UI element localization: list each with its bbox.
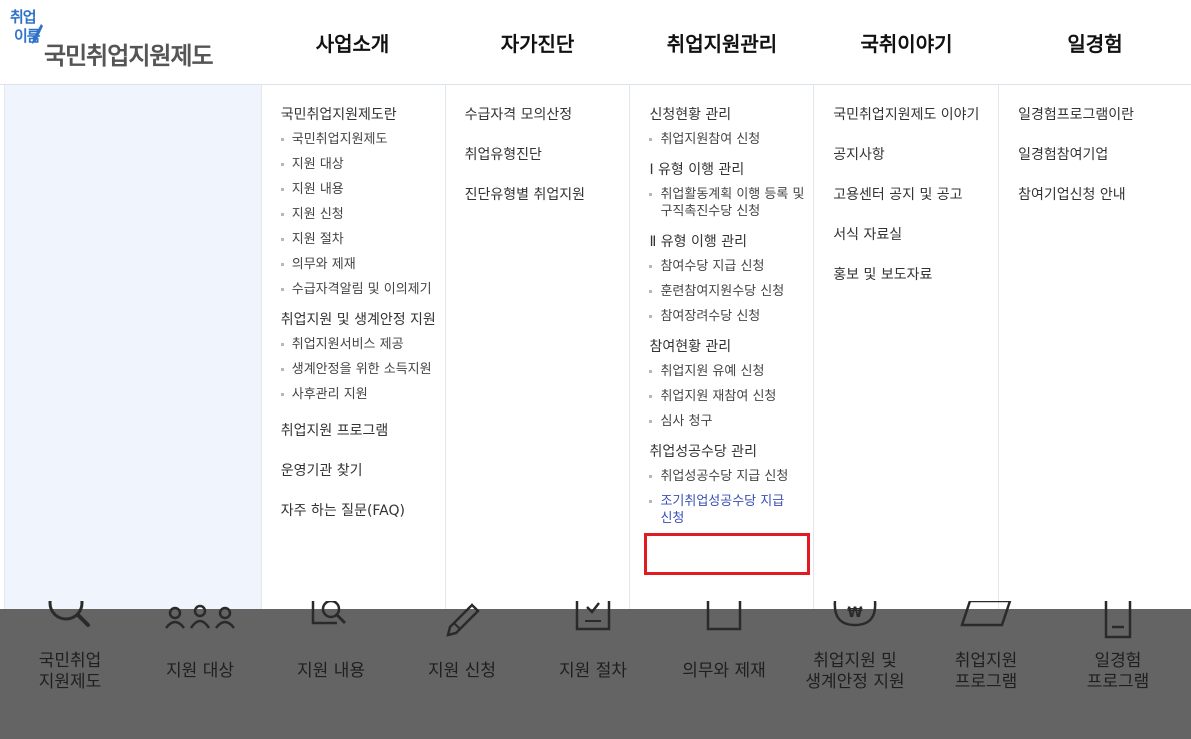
submenu-list: 취업성공수당 지급 신청 조기취업성공수당 지급 신청	[649, 468, 813, 527]
site-logo[interactable]: 취업 이룸 국민취업지원제도	[8, 6, 238, 76]
quick-menu-label: 취업지원	[954, 651, 1018, 671]
submenu-list: 취업활동계획 이행 등록 및 구직촉진수당 신청	[649, 186, 813, 220]
menu-link[interactable]: 일경험프로그램이란	[1018, 105, 1191, 125]
pencil-icon	[446, 603, 480, 637]
menu-group-title[interactable]: 신청현황 관리	[649, 105, 813, 125]
menu-group-title[interactable]: 취업지원 및 생계안정 지원	[281, 310, 445, 330]
submenu-item[interactable]: 사후관리 지원	[280, 386, 445, 403]
menu-link[interactable]: 홍보 및 보도자료	[833, 265, 998, 285]
submenu-item[interactable]: 심사 청구	[649, 413, 813, 430]
submenu-item[interactable]: 취업활동계획 이행 등록 및 구직촉진수당 신청	[649, 186, 804, 220]
nav-self-diagnosis[interactable]: 자가진단	[445, 0, 630, 85]
submenu-list: 취업지원참여 신청	[649, 131, 813, 148]
mega-menu-panel: 국민취업지원제도란 국민취업지원제도 지원 대상 지원 내용 지원 신청 지원 …	[4, 85, 1191, 609]
menu-link[interactable]: 취업지원 프로그램	[281, 421, 445, 441]
menu-column-stories: 국민취업지원제도 이야기 공지사항 고용센터 공지 및 공고 서식 자료실 홍보…	[814, 85, 1000, 609]
menu-column-employment-support-management: 신청현황 관리 취업지원참여 신청 Ⅰ 유형 이행 관리 취업활동계획 이행 등…	[630, 85, 815, 609]
quick-menu-label: 프로그램	[954, 672, 1018, 692]
submenu-item[interactable]: 국민취업지원제도	[280, 131, 445, 148]
menu-link[interactable]: 일경험참여기업	[1018, 145, 1191, 165]
nav-stories[interactable]: 국취이야기	[814, 0, 999, 85]
menu-link[interactable]: 운영기관 찾기	[281, 461, 445, 481]
nav-employment-support-management[interactable]: 취업지원관리	[630, 0, 814, 85]
submenu-item[interactable]: 의무와 제재	[280, 256, 445, 273]
people-icon	[165, 604, 235, 629]
menu-link[interactable]: 자주 하는 질문(FAQ)	[281, 501, 445, 521]
quick-menu-label: 지원 신청	[428, 661, 496, 681]
submenu-list: 취업지원 유예 신청 취업지원 재참여 신청 심사 청구	[649, 363, 813, 430]
submenu-item[interactable]: 수급자격알림 및 이의제기	[280, 281, 445, 298]
logo-mark-icon: 취업 이룸	[8, 6, 48, 56]
menu-column-business-intro: 국민취업지원제도란 국민취업지원제도 지원 대상 지원 내용 지원 신청 지원 …	[262, 85, 446, 609]
menu-group-title[interactable]: 취업성공수당 관리	[649, 442, 813, 462]
document-icon	[706, 601, 742, 631]
menu-link[interactable]: 공지사항	[833, 145, 998, 165]
quick-menu-label: 의무와 제재	[682, 661, 766, 681]
highlight-box	[644, 533, 811, 575]
logo-title: 국민취업지원제도	[44, 42, 214, 70]
svg-text:₩: ₩	[847, 605, 863, 621]
dimmed-overlay: 국민취업 지원제도 지원 대상 지원 내용 지원 신청 지원 절차 의무와 제재…	[0, 601, 1191, 739]
quick-menu-label: 지원 대상	[166, 661, 234, 681]
submenu-list: 참여수당 지급 신청 훈련참여지원수당 신청 참여장려수당 신청	[649, 258, 813, 325]
submenu-item[interactable]: 생계안정을 위한 소득지원	[280, 361, 445, 378]
submenu-item[interactable]: 취업지원참여 신청	[649, 131, 813, 148]
menu-group-title[interactable]: 국민취업지원제도란	[281, 105, 445, 125]
quick-menu-label: 일경험	[1094, 651, 1142, 671]
clipboard-check-icon	[575, 601, 611, 631]
menu-link[interactable]: 수급자격 모의산정	[465, 105, 630, 125]
menu-link[interactable]: 서식 자료실	[833, 225, 998, 245]
submenu-item[interactable]: 지원 절차	[280, 231, 445, 248]
site-header: 취업 이룸 국민취업지원제도 사업소개 자가진단 취업지원관리 국취이야기 일경…	[0, 0, 1191, 85]
submenu-list: 취업지원서비스 제공 생계안정을 위한 소득지원 사후관리 지원	[280, 336, 445, 403]
submenu-item[interactable]: 취업지원 유예 신청	[649, 363, 813, 380]
submenu-item[interactable]: 지원 신청	[280, 206, 445, 223]
submenu-item[interactable]: 취업지원서비스 제공	[280, 336, 445, 353]
menu-link[interactable]: 국민취업지원제도 이야기	[833, 105, 998, 125]
submenu-item-early-employment-allowance[interactable]: 조기취업성공수당 지급 신청	[649, 493, 799, 527]
money-bag-icon: ₩	[833, 601, 877, 627]
menu-column-work-experience: 일경험프로그램이란 일경험참여기업 참여기업신청 안내	[999, 85, 1191, 609]
submenu-item[interactable]: 취업성공수당 지급 신청	[649, 468, 813, 485]
folder-icon	[960, 601, 1012, 627]
menu-link[interactable]: 참여기업신청 안내	[1018, 185, 1191, 205]
quick-menu-label: 프로그램	[1086, 672, 1150, 692]
submenu-list: 국민취업지원제도 지원 대상 지원 내용 지원 신청 지원 절차 의무와 제재 …	[280, 131, 445, 298]
submenu-item[interactable]: 지원 내용	[280, 181, 445, 198]
menu-link[interactable]: 취업유형진단	[465, 145, 630, 165]
quick-menu: 국민취업 지원제도 지원 대상 지원 내용 지원 신청 지원 절차 의무와 제재…	[0, 601, 1191, 739]
id-card-icon	[1104, 601, 1132, 639]
menu-group-title[interactable]: 참여현황 관리	[649, 337, 813, 357]
quick-menu-label: 지원 내용	[297, 661, 365, 681]
menu-link[interactable]: 진단유형별 취업지원	[465, 185, 630, 205]
quick-menu-label: 생계안정 지원	[805, 672, 905, 692]
submenu-item[interactable]: 취업지원 재참여 신청	[649, 388, 813, 405]
submenu-item[interactable]: 훈련참여지원수당 신청	[649, 283, 813, 300]
document-search-icon	[311, 601, 347, 625]
global-nav: 사업소개 자가진단 취업지원관리 국취이야기 일경험	[260, 0, 1191, 85]
quick-menu-label: 지원 절차	[559, 661, 627, 681]
nav-business-intro[interactable]: 사업소개	[260, 0, 445, 85]
quick-menu-label: 취업지원 및	[813, 651, 897, 671]
menu-column-self-diagnosis: 수급자격 모의산정 취업유형진단 진단유형별 취업지원	[446, 85, 631, 609]
submenu-item[interactable]: 참여장려수당 신청	[649, 308, 813, 325]
quick-menu-label: 지원제도	[38, 672, 102, 692]
submenu-item[interactable]: 참여수당 지급 신청	[649, 258, 813, 275]
menu-group-title[interactable]: Ⅱ 유형 이행 관리	[649, 232, 813, 252]
magnifier-icon	[48, 601, 90, 627]
quick-menu-label: 국민취업	[38, 651, 102, 671]
submenu-item[interactable]: 지원 대상	[280, 156, 445, 173]
nav-work-experience[interactable]: 일경험	[999, 0, 1191, 85]
menu-group-title[interactable]: Ⅰ 유형 이행 관리	[649, 160, 813, 180]
mega-menu-side-bg	[5, 85, 262, 609]
menu-link[interactable]: 고용센터 공지 및 공고	[833, 185, 998, 205]
